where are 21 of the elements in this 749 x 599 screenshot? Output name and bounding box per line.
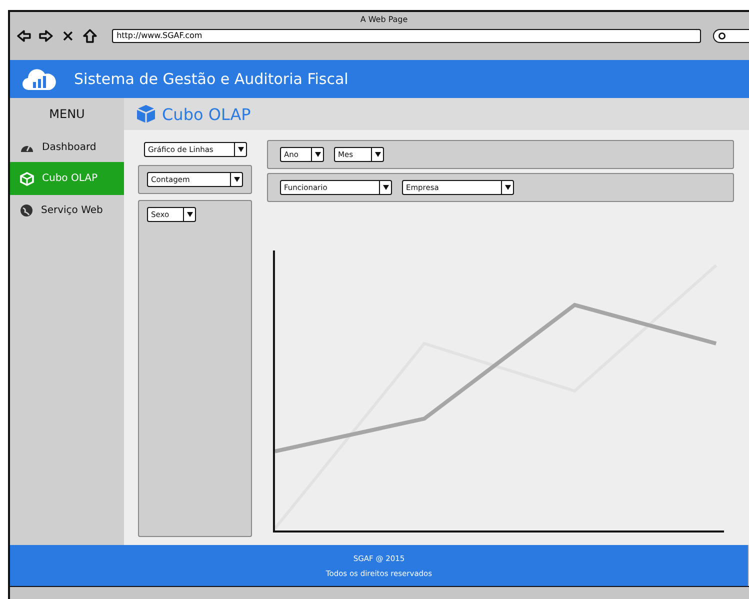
caret-icon xyxy=(382,185,388,190)
menu-heading: MENU xyxy=(10,98,124,130)
cube-icon xyxy=(20,172,34,186)
caret-icon xyxy=(238,147,244,152)
search-field[interactable] xyxy=(713,29,749,43)
caret-icon xyxy=(314,152,320,157)
cloud-chart-icon xyxy=(22,67,56,91)
address-field[interactable]: http://www.SGAF.com xyxy=(112,29,702,43)
caret-icon xyxy=(504,185,510,190)
caret-icon xyxy=(186,212,192,217)
caret-icon xyxy=(374,152,380,157)
caret-icon xyxy=(234,177,240,182)
window-title: A Web Page xyxy=(359,15,409,24)
cube-icon xyxy=(136,104,156,124)
back-icon[interactable] xyxy=(16,28,32,44)
page-title: Cubo OLAP xyxy=(162,104,251,124)
app-title: Sistema de Gestão e Auditoria Fiscal xyxy=(74,70,348,88)
sidebar-item[interactable]: Serviço Web xyxy=(10,201,124,219)
sidebar-item[interactable]: Dashboard xyxy=(10,138,124,156)
search-icon xyxy=(718,32,726,40)
forward-icon[interactable] xyxy=(38,28,54,44)
